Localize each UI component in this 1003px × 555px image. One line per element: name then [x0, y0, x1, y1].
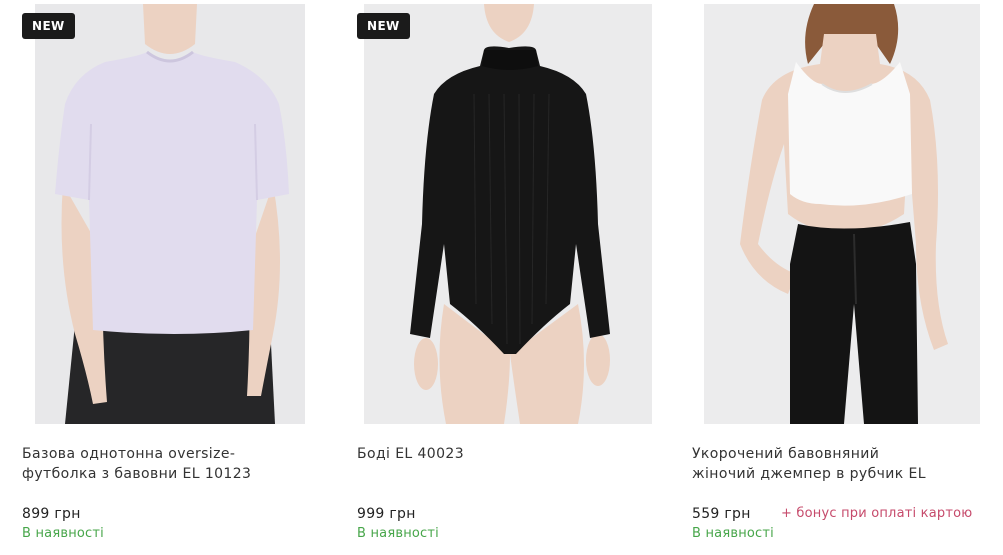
title-line: футболка з бавовни EL 10123	[22, 466, 252, 482]
product-title[interactable]: Укорочений бавовняний жіночий джемпер в …	[692, 444, 992, 484]
lilac-tshirt-illustration	[35, 4, 305, 424]
product-card[interactable]: Укорочений бавовняний жіночий джемпер в …	[692, 0, 1002, 555]
product-image[interactable]	[364, 4, 652, 424]
product-card[interactable]: NEW Боді EL 40023 999 грн В наявності	[357, 0, 667, 555]
white-crop-top-illustration	[704, 4, 980, 424]
product-image[interactable]	[704, 4, 980, 424]
availability-status: В наявності	[357, 526, 439, 541]
title-line: Боді EL 40023	[357, 446, 465, 462]
title-line: Базова однотонна oversize-	[22, 446, 236, 462]
product-price: 999 грн	[357, 506, 416, 522]
black-bodysuit-illustration	[364, 4, 652, 424]
product-price: 559 грн	[692, 506, 751, 522]
availability-status: В наявності	[692, 526, 774, 541]
new-badge: NEW	[357, 13, 410, 39]
availability-status: В наявності	[22, 526, 104, 541]
product-card[interactable]: NEW Базова однотонна oversize- футболка …	[22, 0, 332, 555]
new-badge: NEW	[22, 13, 75, 39]
product-price: 899 грн	[22, 506, 81, 522]
title-line: жіночий джемпер в рубчик EL	[692, 466, 926, 482]
product-title[interactable]: Боді EL 40023	[357, 444, 657, 464]
product-title[interactable]: Базова однотонна oversize- футболка з ба…	[22, 444, 322, 484]
product-grid: NEW Базова однотонна oversize- футболка …	[0, 0, 1003, 555]
title-line: Укорочений бавовняний	[692, 446, 880, 462]
card-payment-bonus: + бонус при оплаті картою	[781, 506, 973, 521]
product-image[interactable]	[35, 4, 305, 424]
